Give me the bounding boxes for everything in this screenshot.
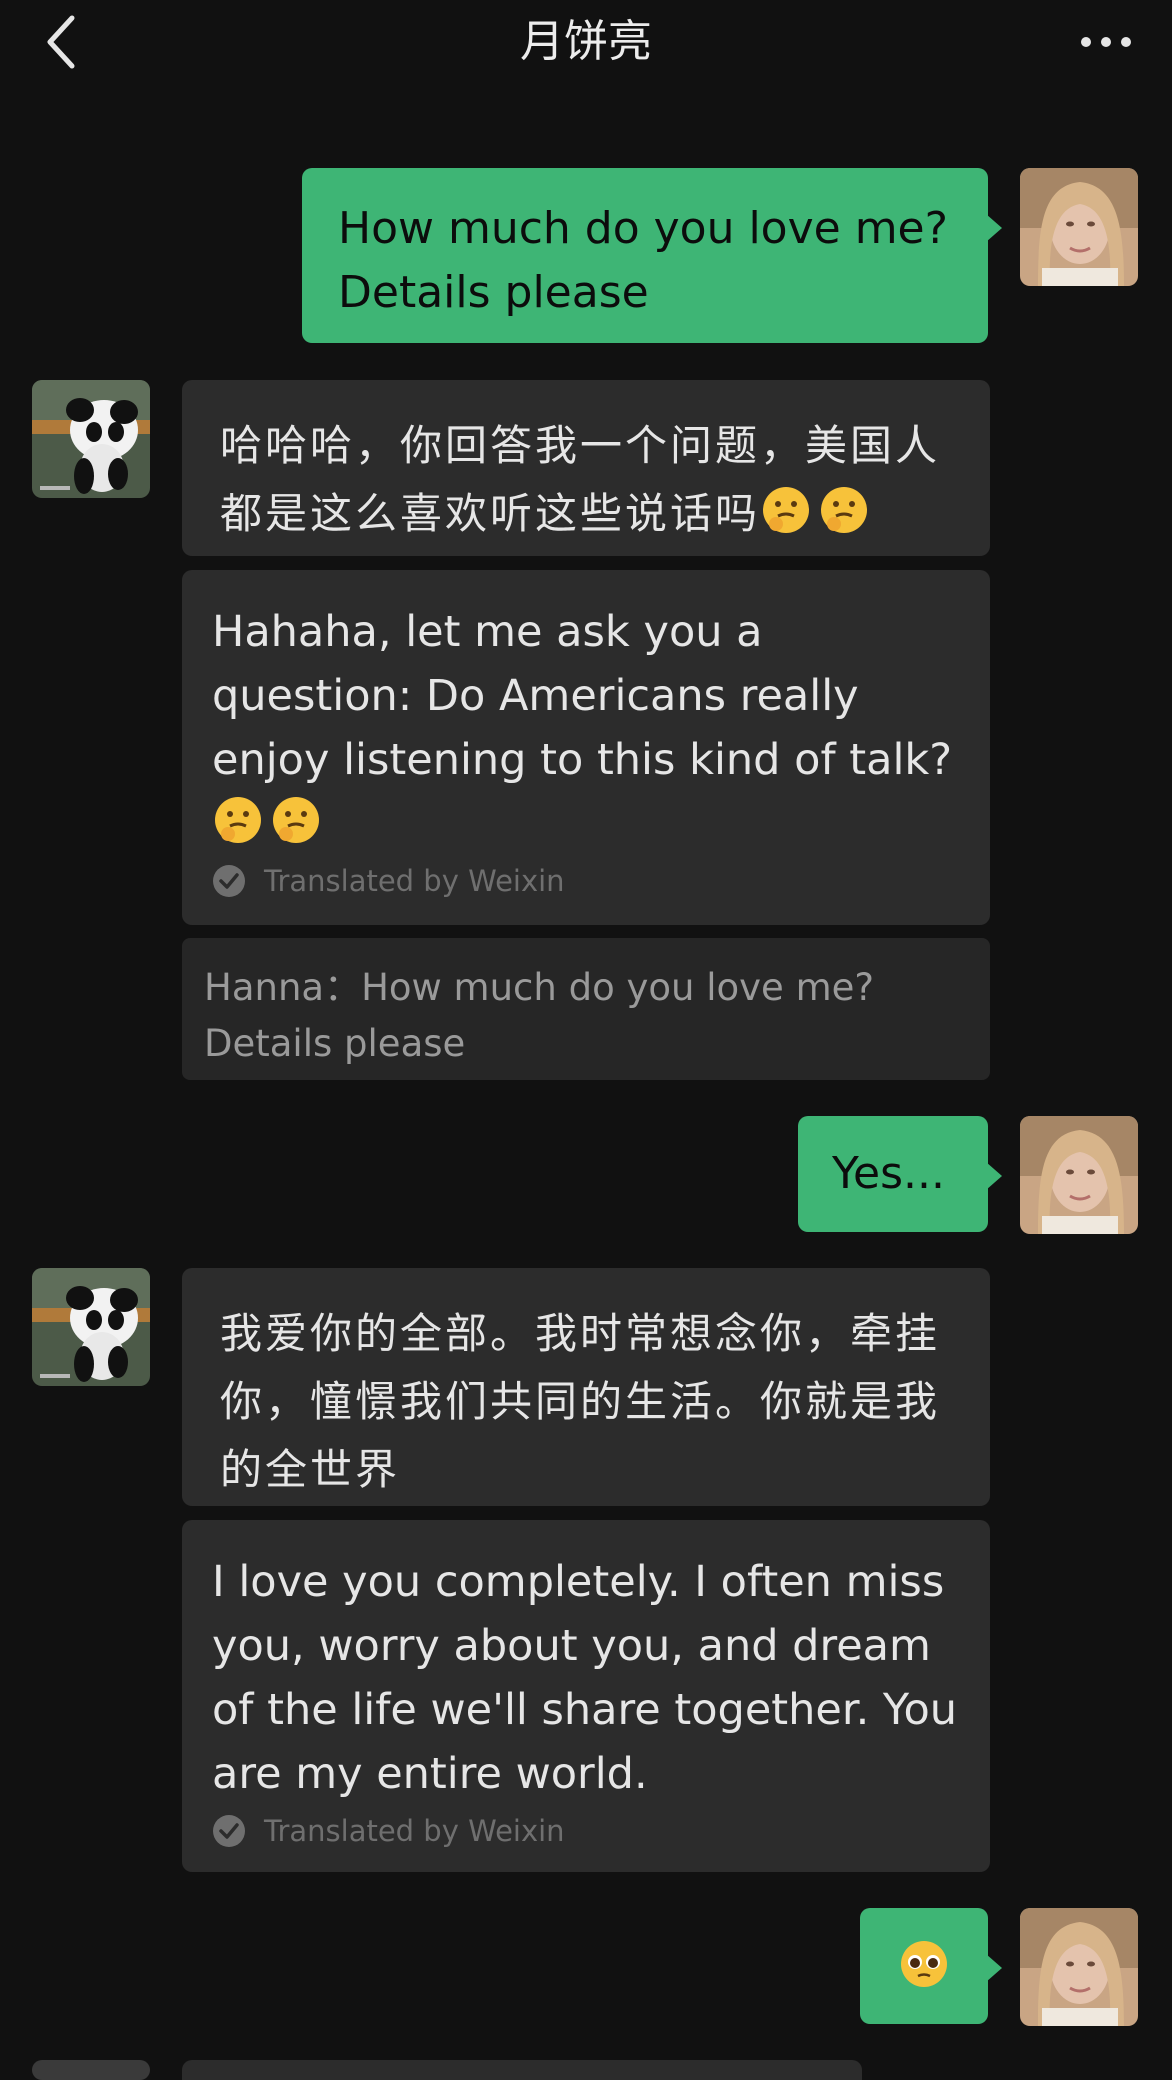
quote-text: Hanna：How much do you love me? Details p… [204,966,875,1065]
translation-label: Translated by Weixin [212,1814,565,1848]
message-text-zh: 哈哈哈，你回答我一个问题，美国人都是这么喜欢听这些说话吗 [182,380,990,548]
translated-by-label: Translated by Weixin [264,1814,565,1848]
more-dots-icon [1081,37,1131,47]
contact-avatar[interactable] [32,2060,150,2080]
contact-message-bubble[interactable] [182,2060,862,2080]
translation-label: Translated by Weixin [212,864,565,898]
user-photo-icon [1020,168,1138,286]
thinking-face-emoji [215,797,261,843]
my-message-bubble[interactable]: Yes... [798,1116,1002,1232]
user-photo-icon [1020,1116,1138,1234]
check-circle-icon [213,1815,245,1847]
my-avatar[interactable] [1020,1116,1138,1234]
panda-avatar-icon [32,380,150,498]
message-text: I love you completely. I often miss you,… [212,1557,958,1799]
translated-text: I love you completely. I often miss you,… [182,1520,990,1806]
message-text-zh: 我爱你的全部。我时常想念你，牵挂你，憧憬我们共同的生活。你就是我的全世界 [182,1268,990,1504]
panda-avatar-icon [32,1268,150,1386]
contact-avatar[interactable] [32,380,150,498]
message-text: How much do you love me? Details please [338,203,948,318]
contact-avatar[interactable] [32,1268,150,1386]
translated-by-label: Translated by Weixin [264,864,565,898]
contact-message-bubble-translation[interactable]: Hahaha, let me ask you a question: Do Am… [182,570,990,925]
top-bar: 月饼亮 [0,0,1172,90]
quoted-reply[interactable]: Hanna：How much do you love me? Details p… [182,938,990,1080]
contact-message-bubble-zh[interactable]: 哈哈哈，你回答我一个问题，美国人都是这么喜欢听这些说话吗 [182,380,990,556]
chat-title: 月饼亮 [520,16,652,67]
contact-message-bubble-translation[interactable]: I love you completely. I often miss you,… [182,1520,990,1872]
check-circle-icon [213,865,245,897]
more-options-button[interactable] [1074,24,1138,60]
message-text: Yes... [832,1148,945,1199]
user-photo-icon [1020,1908,1138,2026]
contact-message-bubble-zh[interactable]: 我爱你的全部。我时常想念你，牵挂你，憧憬我们共同的生活。你就是我的全世界 [182,1268,990,1506]
message-text: 我爱你的全部。我时常想念你，牵挂你，憧憬我们共同的生活。你就是我的全世界 [220,1309,941,1494]
thinking-face-emoji [273,797,319,843]
translated-text: Hahaha, let me ask you a question: Do Am… [182,570,990,856]
thinking-face-emoji [763,487,810,533]
my-avatar[interactable] [1020,1908,1138,2026]
my-message-bubble[interactable] [860,1908,1002,2024]
my-avatar[interactable] [1020,168,1138,286]
thinking-face-emoji [821,487,868,533]
message-text: Hahaha, let me ask you a question: Do Am… [212,607,953,785]
my-message-bubble[interactable]: How much do you love me? Details please [302,168,1002,343]
pleading-face-emoji [901,1941,947,1987]
